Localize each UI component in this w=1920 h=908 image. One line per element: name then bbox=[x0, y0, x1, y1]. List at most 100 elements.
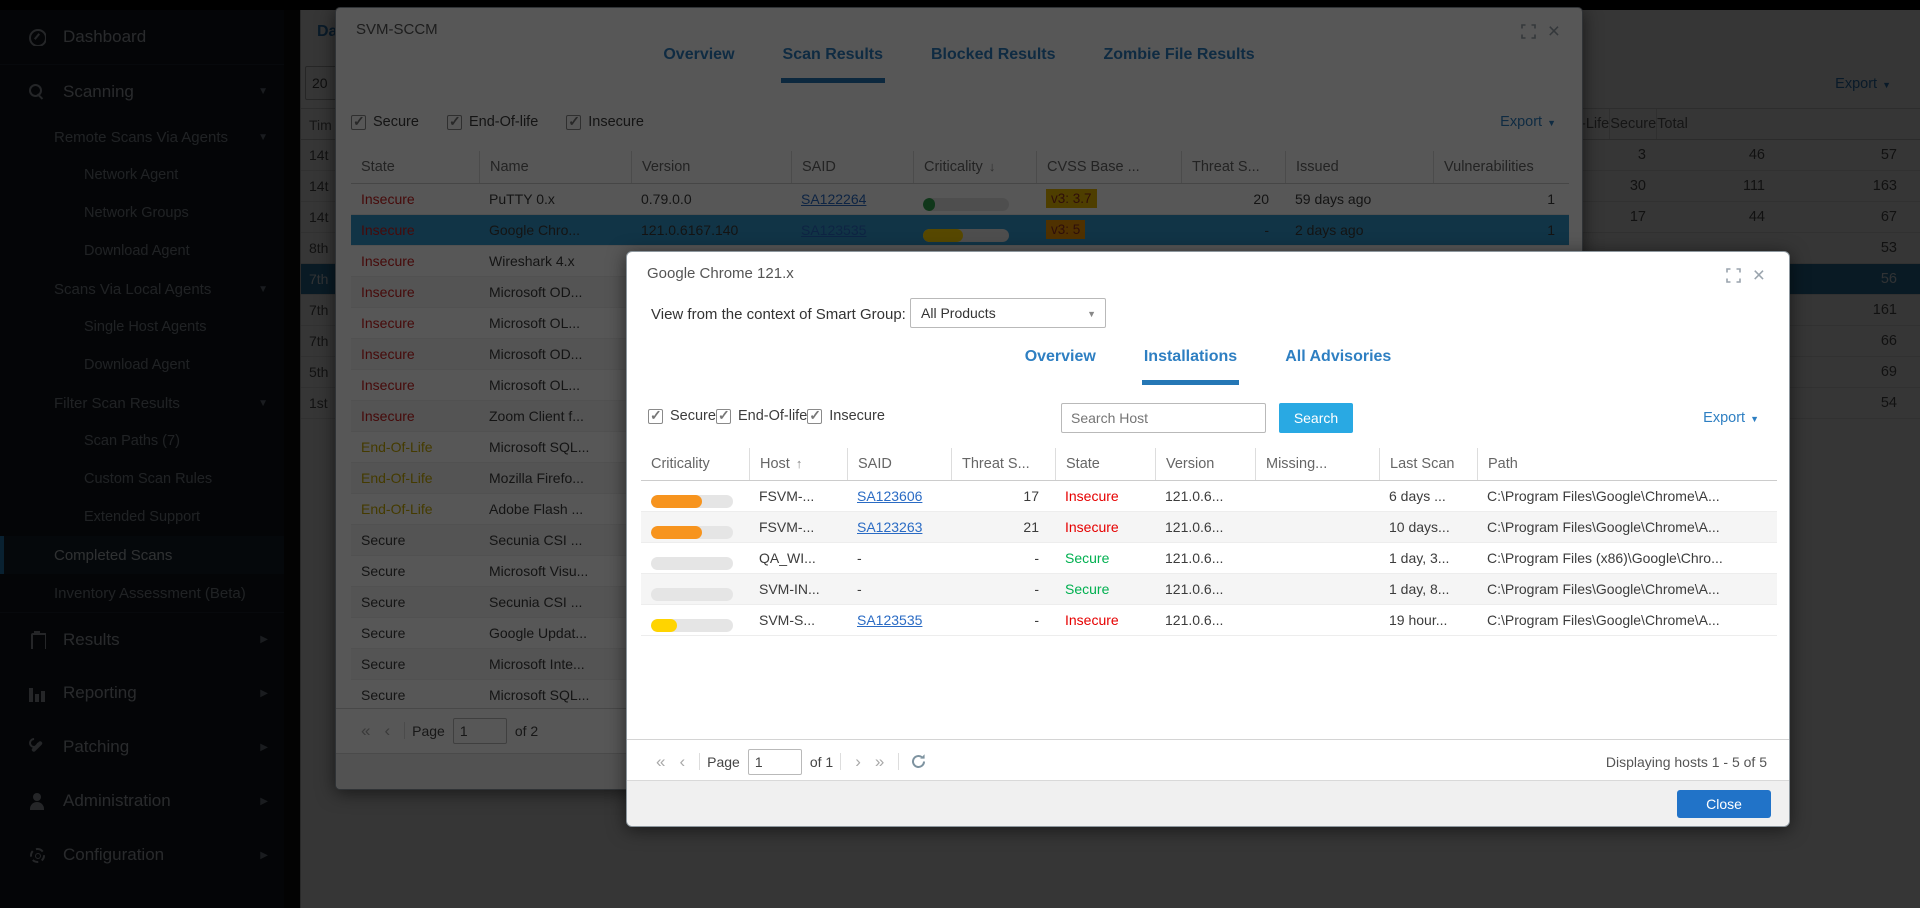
last-scan-cell: 19 hour... bbox=[1379, 605, 1477, 635]
maximize-icon[interactable] bbox=[1726, 268, 1741, 283]
search-input[interactable] bbox=[1061, 403, 1266, 433]
column-header[interactable]: Missing... bbox=[1255, 448, 1379, 480]
criticality-cell bbox=[641, 512, 749, 542]
said-link[interactable]: SA123606 bbox=[847, 481, 951, 511]
divider bbox=[840, 753, 841, 770]
path-cell: C:\Program Files\Google\Chrome\A... bbox=[1477, 481, 1777, 511]
last-scan-cell: 6 days ... bbox=[1379, 481, 1477, 511]
last-scan-cell: 1 day, 3... bbox=[1379, 543, 1477, 573]
version-cell: 121.0.6... bbox=[1155, 512, 1255, 542]
criticality-bar bbox=[651, 495, 733, 508]
tab[interactable]: All Advisories bbox=[1283, 348, 1393, 385]
column-header[interactable]: State bbox=[1055, 448, 1155, 480]
said-link[interactable]: SA123535 bbox=[847, 605, 951, 635]
chevron-down-icon: ▼ bbox=[1087, 300, 1096, 328]
close-button[interactable]: Close bbox=[1677, 790, 1771, 818]
filter-checkbox[interactable]: Secure bbox=[648, 408, 716, 424]
host-cell: FSVM-... bbox=[749, 512, 847, 542]
host-cell: SVM-S... bbox=[749, 605, 847, 635]
page-input[interactable] bbox=[748, 749, 802, 775]
criticality-bar bbox=[651, 588, 733, 601]
export-label: Export bbox=[1703, 410, 1745, 426]
first-page-button[interactable]: « bbox=[649, 752, 672, 772]
last-scan-cell: 10 days... bbox=[1379, 512, 1477, 542]
criticality-fill bbox=[651, 619, 677, 632]
chevron-down-icon: ▼ bbox=[1750, 414, 1759, 424]
said-link[interactable]: - bbox=[847, 543, 951, 573]
column-label: SAID bbox=[858, 456, 892, 472]
threat-score-cell: 21 bbox=[951, 512, 1055, 542]
divider bbox=[898, 753, 899, 770]
table-row[interactable]: FSVM-... SA123606 17 Insecure 121.0.6...… bbox=[641, 481, 1777, 512]
missing-cell bbox=[1255, 605, 1379, 635]
display-status: Displaying hosts 1 - 5 of 5 bbox=[1606, 754, 1767, 770]
close-icon[interactable]: × bbox=[1753, 269, 1765, 282]
criticality-bar bbox=[651, 526, 733, 539]
page-of-label: of 1 bbox=[810, 754, 833, 770]
criticality-cell bbox=[641, 574, 749, 604]
column-label: Criticality bbox=[651, 456, 710, 472]
path-cell: C:\Program Files (x86)\Google\Chro... bbox=[1477, 543, 1777, 573]
table-row[interactable]: QA_WI... - - Secure 121.0.6... 1 day, 3.… bbox=[641, 543, 1777, 574]
export-menu[interactable]: Export ▼ bbox=[1703, 410, 1759, 426]
app-root: Dashboard Scanning ▼ Remote Scans Via Ag… bbox=[0, 0, 1920, 908]
divider bbox=[699, 753, 700, 770]
criticality-fill bbox=[651, 495, 702, 508]
missing-cell bbox=[1255, 543, 1379, 573]
table-row[interactable]: SVM-S... SA123535 - Insecure 121.0.6... … bbox=[641, 605, 1777, 636]
refresh-icon[interactable] bbox=[910, 753, 927, 770]
tab[interactable]: Overview bbox=[1023, 348, 1098, 385]
threat-score-cell: 17 bbox=[951, 481, 1055, 511]
smart-group-select[interactable]: All Products ▼ bbox=[910, 298, 1106, 328]
checkbox-icon bbox=[807, 409, 822, 424]
last-scan-cell: 1 day, 8... bbox=[1379, 574, 1477, 604]
path-cell: C:\Program Files\Google\Chrome\A... bbox=[1477, 512, 1777, 542]
criticality-cell bbox=[641, 605, 749, 635]
column-header[interactable]: SAID bbox=[847, 448, 951, 480]
page-label: Page bbox=[707, 754, 740, 770]
filter-checkbox[interactable]: Insecure bbox=[807, 408, 885, 424]
table-row[interactable]: FSVM-... SA123263 21 Insecure 121.0.6...… bbox=[641, 512, 1777, 543]
column-header[interactable]: Criticality bbox=[641, 448, 749, 480]
host-cell: QA_WI... bbox=[749, 543, 847, 573]
missing-cell bbox=[1255, 512, 1379, 542]
said-link[interactable]: SA123263 bbox=[847, 512, 951, 542]
search-button[interactable]: Search bbox=[1279, 403, 1353, 433]
host-cell: FSVM-... bbox=[749, 481, 847, 511]
criticality-bar bbox=[651, 619, 733, 632]
column-header[interactable]: Path bbox=[1477, 448, 1777, 480]
column-header[interactable]: Threat S... bbox=[951, 448, 1055, 480]
chrome-tab-bar: Overview Installations All Advisories bbox=[627, 348, 1789, 385]
smart-group-label: View from the context of Smart Group: bbox=[651, 306, 906, 323]
checkbox-icon bbox=[648, 409, 663, 424]
said-link[interactable]: - bbox=[847, 574, 951, 604]
state-cell: Insecure bbox=[1055, 481, 1155, 511]
prev-page-button[interactable]: ‹ bbox=[672, 752, 692, 772]
column-label: Version bbox=[1166, 456, 1214, 472]
state-cell: Insecure bbox=[1055, 512, 1155, 542]
next-page-button[interactable]: › bbox=[848, 752, 868, 772]
version-cell: 121.0.6... bbox=[1155, 481, 1255, 511]
tab[interactable]: Installations bbox=[1142, 348, 1239, 385]
column-label: State bbox=[1066, 456, 1100, 472]
column-label: Last Scan bbox=[1390, 456, 1455, 472]
state-cell: Insecure bbox=[1055, 605, 1155, 635]
table-row[interactable]: SVM-IN... - - Secure 121.0.6... 1 day, 8… bbox=[641, 574, 1777, 605]
criticality-cell bbox=[641, 481, 749, 511]
filter-checkbox[interactable]: End-Of-life bbox=[716, 408, 807, 424]
column-label: Host bbox=[760, 456, 790, 472]
chrome-modal-footer: Close bbox=[627, 780, 1789, 826]
column-header[interactable]: Host↑ bbox=[749, 448, 847, 480]
checkbox-label: Secure bbox=[670, 408, 716, 424]
chrome-grid-header: Criticality Host↑ SAID Threat S... State Vers… bbox=[641, 448, 1777, 481]
column-header[interactable]: Last Scan bbox=[1379, 448, 1477, 480]
column-label: Threat S... bbox=[962, 456, 1030, 472]
chrome-pagination: « ‹ Page of 1 › » Displaying hosts 1 - 5… bbox=[627, 739, 1789, 783]
criticality-bar bbox=[651, 557, 733, 570]
chrome-grid-body: FSVM-... SA123606 17 Insecure 121.0.6...… bbox=[641, 481, 1777, 637]
last-page-button[interactable]: » bbox=[868, 752, 891, 772]
chrome-filters: Secure End-Of-life Insecure bbox=[648, 408, 885, 424]
column-header[interactable]: Version bbox=[1155, 448, 1255, 480]
window-buttons: × bbox=[1726, 268, 1765, 283]
state-cell: Secure bbox=[1055, 574, 1155, 604]
